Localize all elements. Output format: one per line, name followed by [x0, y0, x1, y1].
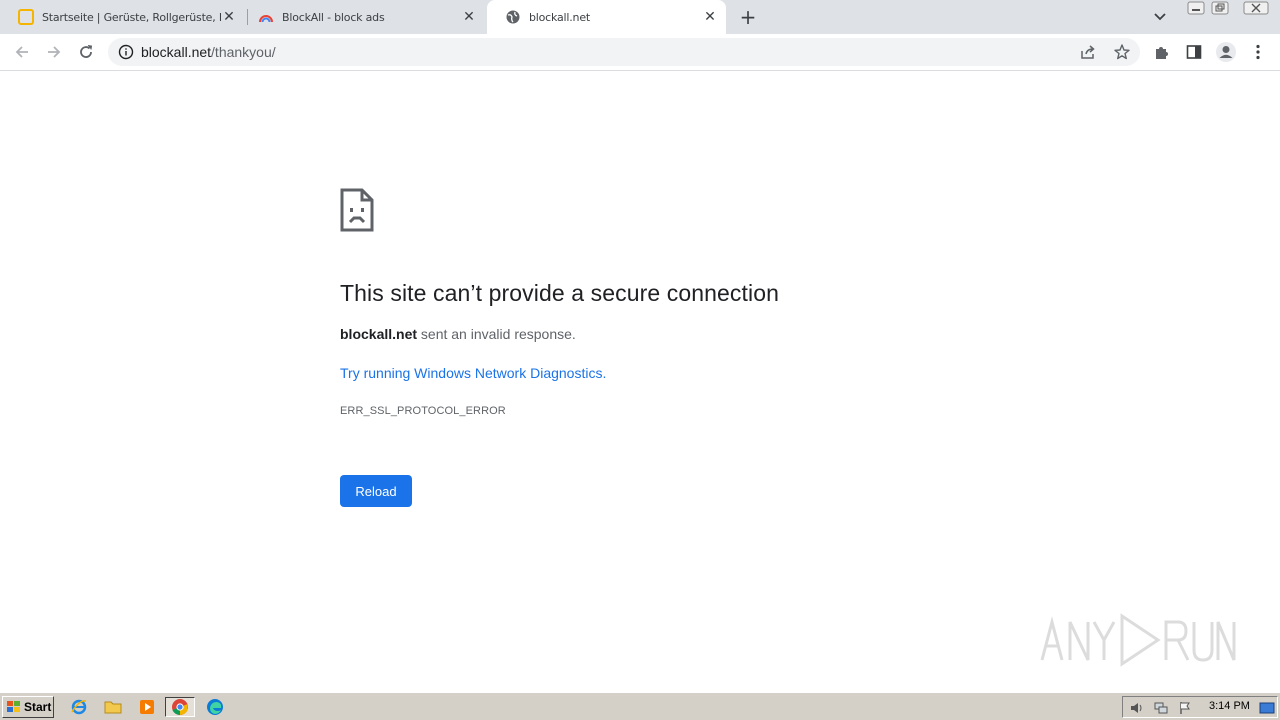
start-button[interactable]: Start — [2, 696, 54, 718]
chrome-icon[interactable] — [165, 697, 195, 717]
close-tab-icon[interactable]: ✕ — [221, 9, 237, 25]
anyrun-watermark-logo — [1038, 608, 1238, 672]
tab-title: blockall.net — [529, 10, 590, 24]
globe-icon — [505, 9, 521, 25]
tab-startseite[interactable]: Startseite | Gerüste, Rollgerüste, Fa ✕ — [0, 0, 245, 34]
more-menu-icon[interactable] — [1246, 40, 1270, 64]
error-description-text: sent an invalid response. — [417, 326, 576, 342]
site-info-icon[interactable] — [118, 44, 134, 60]
action-center-flag-icon[interactable] — [1177, 700, 1193, 716]
yellow-square-icon — [18, 9, 34, 25]
url-text: blockall.net/thankyou/ — [141, 44, 276, 60]
tab-search-chevron-icon[interactable] — [1150, 9, 1170, 25]
reload-button[interactable]: Reload — [340, 475, 412, 507]
extensions-puzzle-icon[interactable] — [1150, 40, 1174, 64]
bookmark-star-icon[interactable] — [1112, 42, 1132, 62]
reload-icon[interactable] — [74, 40, 98, 64]
volume-icon[interactable] — [1129, 700, 1145, 716]
error-description: blockall.net sent an invalid response. — [340, 326, 576, 342]
sad-page-icon — [340, 188, 374, 232]
back-arrow-icon[interactable] — [10, 40, 34, 64]
url-path: /thankyou/ — [211, 44, 276, 60]
address-bar[interactable]: blockall.net/thankyou/ — [108, 38, 1140, 66]
network-icon[interactable] — [1153, 700, 1169, 716]
error-host: blockall.net — [340, 326, 418, 342]
blockall-rainbow-icon — [258, 9, 274, 25]
edge-icon[interactable] — [204, 697, 226, 717]
share-icon[interactable] — [1078, 42, 1098, 62]
minimize-icon[interactable] — [1184, 0, 1208, 16]
taskbar-clock[interactable]: 3:14 PM — [1209, 700, 1250, 712]
tab-blockall[interactable]: BlockAll - block ads ✕ — [240, 0, 485, 34]
system-tray: 3:14 PM — [1122, 696, 1278, 718]
forward-arrow-icon[interactable] — [42, 40, 66, 64]
close-window-icon[interactable] — [1242, 0, 1270, 16]
error-page: This site can’t provide a secure connect… — [0, 72, 1280, 692]
internet-explorer-icon[interactable] — [68, 697, 90, 717]
close-tab-icon[interactable]: ✕ — [702, 9, 718, 25]
start-label: Start — [24, 700, 52, 714]
windows-taskbar: Start 3:14 PM — [0, 692, 1280, 720]
error-heading: This site can’t provide a secure connect… — [340, 280, 779, 306]
tab-title: Startseite | Gerüste, Rollgerüste, Fa — [42, 10, 221, 24]
folder-icon[interactable] — [102, 697, 124, 717]
restore-icon[interactable] — [1208, 0, 1232, 16]
tab-title: BlockAll - block ads — [282, 10, 385, 24]
tab-strip: Startseite | Gerüste, Rollgerüste, Fa ✕ … — [0, 0, 1280, 34]
media-player-icon[interactable] — [136, 697, 158, 717]
network-diagnostics-link[interactable]: Try running Windows Network Diagnostics. — [340, 365, 606, 381]
profile-avatar-icon[interactable] — [1214, 40, 1238, 64]
show-desktop-icon[interactable] — [1259, 700, 1275, 716]
error-code: ERR_SSL_PROTOCOL_ERROR — [340, 405, 506, 417]
new-tab-button[interactable]: + — [736, 5, 760, 29]
url-host: blockall.net — [141, 44, 212, 60]
close-tab-icon[interactable]: ✕ — [461, 9, 477, 25]
browser-toolbar: blockall.net/thankyou/ — [0, 34, 1280, 71]
windows-flag-icon — [6, 700, 22, 714]
tab-blockall-net[interactable]: blockall.net ✕ — [487, 0, 726, 34]
side-panel-icon[interactable] — [1182, 40, 1206, 64]
